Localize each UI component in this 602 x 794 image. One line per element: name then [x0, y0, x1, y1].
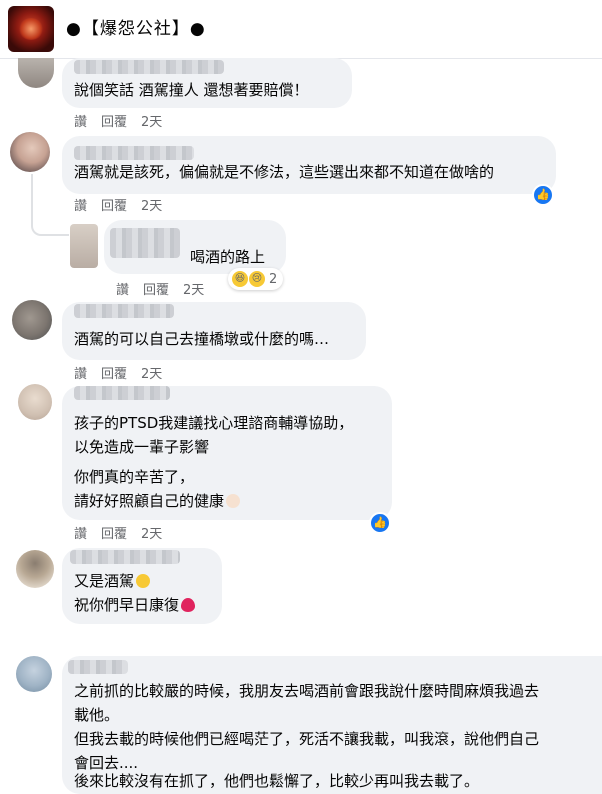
comment-bubble: 喝酒的路上 — [104, 220, 286, 274]
comment-text: 酒駕就是該死，偏偏就是不修法，這些選出來都不知道在做啥的 — [74, 163, 495, 181]
timestamp[interactable]: 2天 — [141, 527, 162, 542]
avatar[interactable] — [12, 300, 52, 340]
comment-text: 請好好照顧自己的健康 — [74, 492, 225, 510]
like-button[interactable]: 讚 — [74, 199, 87, 214]
like-reaction-icon[interactable]: 👍 — [532, 184, 554, 206]
blurred-username — [68, 660, 128, 674]
blurred-username — [74, 386, 170, 400]
comment-text: 後來比較沒有在抓了，他們也鬆懈了，比較少再叫我去載了。 — [74, 772, 480, 790]
comment-actions: 讚回覆 2天 — [116, 279, 218, 298]
blurred-username — [74, 304, 174, 318]
like-button[interactable]: 讚 — [74, 367, 87, 382]
timestamp[interactable]: 2天 — [141, 115, 162, 130]
like-button[interactable]: 讚 — [74, 115, 87, 130]
sad-emoji-icon: 😢 — [249, 271, 265, 287]
timestamp[interactable]: 2天 — [141, 199, 162, 214]
eye-roll-emoji-icon — [136, 574, 151, 588]
blurred-username — [74, 146, 194, 160]
reply-button[interactable]: 回覆 — [101, 199, 127, 214]
haha-emoji-icon: 😆 — [232, 271, 248, 287]
comment-actions: 讚回覆 2天 — [74, 195, 176, 214]
comment-text: 喝酒的路上 — [190, 248, 266, 266]
comment-text-with-emoji: 又是酒駕 — [74, 570, 151, 592]
comment-text: 又是酒駕 — [74, 572, 135, 590]
reply-button[interactable]: 回覆 — [101, 367, 127, 382]
blurred-username — [74, 60, 224, 74]
comment-text: 但我去載的時候他們已經喝茫了，死活不讓我載，叫我滾，說他們自己 — [74, 730, 540, 748]
like-button[interactable]: 讚 — [74, 527, 87, 542]
reply-button[interactable]: 回覆 — [143, 283, 169, 298]
comment-actions: 讚回覆 2天 — [74, 111, 176, 130]
reply-button[interactable]: 回覆 — [101, 115, 127, 130]
page-name[interactable]: ●【爆怨公社】● — [66, 14, 206, 39]
like-reaction-icon[interactable]: 👍 — [369, 512, 391, 534]
comment-text: 孩子的PTSD我建議找心理諮商輔導協助， — [74, 414, 354, 432]
comment-text: 酒駕的可以自己去撞橋墩或什麼的嗎… — [74, 330, 330, 348]
avatar[interactable] — [10, 132, 50, 172]
blurred-username — [70, 550, 180, 564]
comment-text: 說個笑話 酒駕撞人 還想著要賠償！ — [74, 81, 309, 99]
reaction-summary[interactable]: 😆 😢 2 — [228, 268, 284, 290]
comment-bubble: 孩子的PTSD我建議找心理諮商輔導協助， 以免造成一輩子影響 你們真的辛苦了， … — [62, 386, 392, 520]
comment-text: 你們真的辛苦了， — [74, 468, 195, 486]
reply-button[interactable]: 回覆 — [101, 527, 127, 542]
blurred-username — [110, 228, 180, 258]
comment-text: 祝你們早日康復 — [74, 596, 180, 614]
comment-bubble: 說個笑話 酒駕撞人 還想著要賠償！ — [62, 58, 352, 108]
comment-actions: 讚回覆 2天 — [74, 363, 176, 382]
timestamp[interactable]: 2天 — [183, 283, 204, 298]
comment-text: 載他。 — [74, 706, 120, 724]
avatar[interactable] — [18, 58, 54, 88]
like-button[interactable]: 讚 — [116, 283, 129, 298]
comment-text: 以免造成一輩子影響 — [74, 438, 210, 456]
flexed-arm-emoji-icon — [226, 494, 241, 508]
timestamp[interactable]: 2天 — [141, 367, 162, 382]
page-header: ●【爆怨公社】● — [0, 0, 602, 59]
comment-text: 之前抓的比較嚴的時候，我朋友去喝酒前會跟我說什麼時間麻煩我過去 — [74, 682, 540, 700]
comment-bubble: 酒駕的可以自己去撞橋墩或什麼的嗎… — [62, 302, 366, 360]
comment-text-with-emoji: 請好好照顧自己的健康 — [74, 490, 241, 512]
comment-bubble: 酒駕就是該死，偏偏就是不修法，這些選出來都不知道在做啥的 — [62, 136, 556, 194]
reaction-count: 2 — [269, 271, 278, 287]
comment-bubble: 又是酒駕 祝你們早日康復 — [62, 548, 222, 624]
heart-emoji-icon — [181, 598, 196, 612]
avatar[interactable] — [18, 384, 52, 420]
avatar[interactable] — [16, 550, 54, 588]
comment-text-with-emoji: 祝你們早日康復 — [74, 594, 196, 616]
page-avatar[interactable] — [8, 6, 54, 52]
comment-actions: 讚回覆 2天 — [74, 523, 176, 542]
avatar[interactable] — [16, 656, 52, 692]
avatar[interactable] — [70, 224, 98, 268]
comment-bubble: 之前抓的比較嚴的時候，我朋友去喝酒前會跟我說什麼時間麻煩我過去 載他。 但我去載… — [62, 656, 602, 794]
